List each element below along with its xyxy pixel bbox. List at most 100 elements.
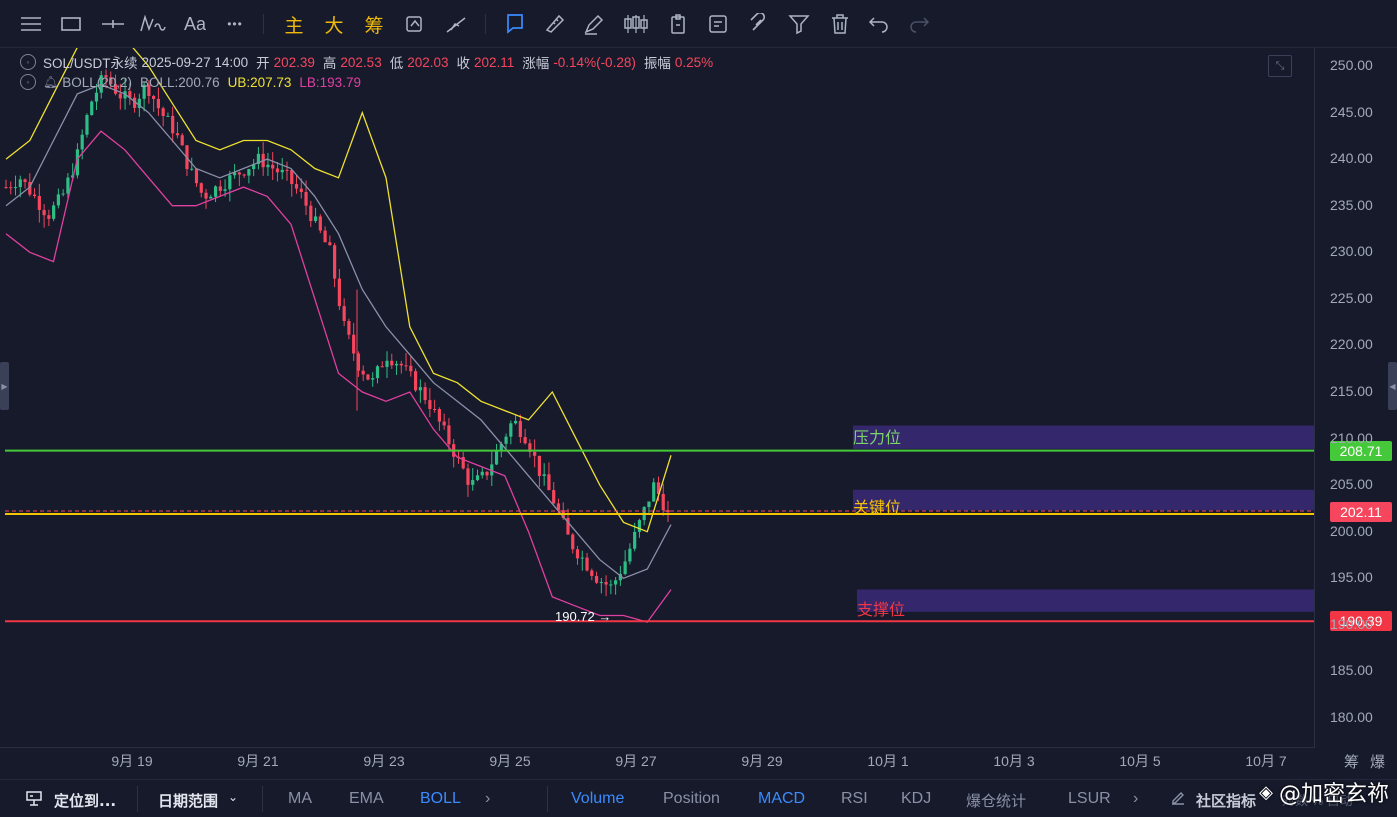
candle-body — [580, 557, 584, 559]
indicator-ma[interactable]: MA — [288, 790, 312, 808]
candle-body — [552, 490, 556, 504]
chart-canvas[interactable] — [0, 48, 1397, 778]
boll-legend: ◦ 🔔︎ BOLL(20,2) BOLL:200.76 UB:207.73 LB… — [20, 74, 361, 90]
chevron-right-icon[interactable]: › — [485, 790, 490, 808]
date-range-button[interactable]: 日期范围 — [158, 790, 218, 811]
candle-body — [652, 482, 656, 502]
candle-body — [537, 455, 542, 476]
candle-body — [266, 164, 270, 168]
trash-icon[interactable] — [827, 10, 853, 38]
candle-body — [575, 549, 580, 559]
candle-body — [161, 108, 165, 116]
wave-icon[interactable] — [140, 10, 166, 38]
edit-icon[interactable] — [1170, 790, 1186, 811]
indicator-ema[interactable]: EMA — [349, 790, 384, 808]
cursor-icon[interactable] — [502, 10, 528, 38]
y-tick-label: 225.00 — [1330, 289, 1373, 306]
indicator-boll[interactable]: BOLL — [420, 790, 461, 808]
more-icon[interactable]: ••• — [222, 10, 248, 38]
candle-body — [271, 164, 275, 169]
legend-amp: 0.25% — [674, 54, 714, 70]
left-panel-handle[interactable]: ▶ — [0, 362, 9, 410]
candle-body — [390, 360, 394, 366]
indicator-position[interactable]: Position — [663, 790, 720, 808]
support-label: 支撑位 — [857, 600, 906, 619]
indicator-rsi[interactable]: RSI — [841, 790, 868, 808]
y-tick-label: 240.00 — [1330, 150, 1373, 167]
chevron-down-icon[interactable]: ⌄ — [228, 790, 238, 804]
candle-body — [494, 451, 499, 465]
candle-body — [352, 334, 356, 354]
legend-close: 202.11 — [474, 54, 515, 70]
candle-body — [337, 278, 341, 307]
chip-corner-label[interactable]: 筹 — [1344, 751, 1359, 772]
text-icon[interactable]: Aa — [182, 10, 208, 38]
legend-symbol: SOL/USDT永续 — [43, 56, 138, 71]
bell-icon[interactable]: 🔔︎ — [43, 75, 58, 89]
candle-body — [585, 557, 589, 571]
kline-chart[interactable]: ◦ SOL/USDT永续 2025-09-27 14:00 开 202.39 高… — [0, 48, 1397, 778]
candle-body — [614, 580, 618, 585]
indicator-macd[interactable]: MACD — [758, 790, 805, 808]
big-order-button[interactable]: 大 — [321, 10, 347, 38]
candle-tool-icon[interactable] — [623, 10, 649, 38]
undo-icon[interactable] — [866, 10, 892, 38]
boll-name: BOLL(20,2) — [62, 74, 133, 90]
indicator-volume[interactable]: Volume — [571, 790, 624, 808]
candle-body — [90, 101, 94, 116]
chevron-right-icon[interactable]: › — [1133, 790, 1138, 808]
legend-change-label: 涨幅 — [522, 56, 550, 71]
candle-body — [247, 169, 251, 176]
x-tick-label: 9月 19 — [111, 753, 153, 769]
watermark: ◈ @加密玄祢 — [1259, 776, 1389, 808]
y-tick-label: 235.00 — [1330, 196, 1373, 213]
candle-body — [480, 471, 484, 476]
separator — [137, 786, 138, 812]
ruler-icon[interactable] — [542, 10, 568, 38]
candle-body — [209, 196, 213, 199]
chip-distribution-button[interactable]: 筹 — [361, 10, 387, 38]
indicator-kdj[interactable]: KDJ — [901, 790, 931, 808]
locate-button[interactable]: 定位到... — [54, 790, 116, 811]
candle-body — [152, 95, 156, 99]
legend-low-label: 低 — [389, 56, 404, 71]
horizontal-line-icon[interactable] — [100, 10, 126, 38]
right-panel-handle[interactable]: ◀ — [1388, 362, 1397, 410]
eye-icon[interactable]: ◦ — [20, 74, 36, 90]
measure-icon[interactable] — [444, 10, 470, 38]
candle-body — [199, 183, 203, 193]
community-indicators[interactable]: 社区指标 — [1196, 790, 1256, 811]
refresh-icon[interactable] — [402, 10, 428, 38]
clipboard-icon[interactable] — [665, 10, 691, 38]
y-tick-label: 220.00 — [1330, 336, 1373, 353]
redo-icon[interactable] — [906, 10, 932, 38]
binance-logo-icon: ◈ — [1259, 781, 1273, 803]
candle-body — [204, 192, 208, 199]
locate-icon[interactable] — [24, 788, 44, 813]
level-zone — [857, 589, 1314, 612]
legend-open-label: 开 — [256, 56, 270, 71]
rectangle-icon[interactable] — [58, 10, 84, 38]
current-price-tag: 202.11 — [1330, 502, 1392, 522]
indicator-lsur[interactable]: LSUR — [1068, 790, 1111, 808]
ohlc-legend: ◦ SOL/USDT永续 2025-09-27 14:00 开 202.39 高… — [20, 52, 717, 72]
note-icon[interactable] — [705, 10, 731, 38]
candle-body — [604, 582, 608, 585]
candle-body — [375, 366, 380, 379]
eye-icon[interactable]: ◦ — [20, 54, 36, 70]
candle-body — [404, 365, 408, 367]
legend-amp-label: 振幅 — [643, 56, 671, 71]
legend-datetime: 2025-09-27 14:00 — [141, 54, 249, 70]
y-tick-label: 200.00 — [1330, 522, 1373, 539]
main-chart-button[interactable]: 主 — [281, 10, 307, 38]
candle-body — [661, 493, 665, 511]
fullscreen-icon[interactable]: ⤡ — [1268, 55, 1292, 77]
filter-icon[interactable] — [786, 10, 812, 38]
candle-body — [361, 370, 365, 375]
liq-corner-label[interactable]: 爆 — [1370, 751, 1385, 772]
menu-icon[interactable] — [18, 10, 44, 38]
magnet-icon[interactable] — [746, 10, 772, 38]
indicator-liquidation[interactable]: 爆仓统计 — [966, 790, 1026, 811]
brush-icon[interactable] — [582, 10, 608, 38]
candle-body — [609, 584, 613, 586]
